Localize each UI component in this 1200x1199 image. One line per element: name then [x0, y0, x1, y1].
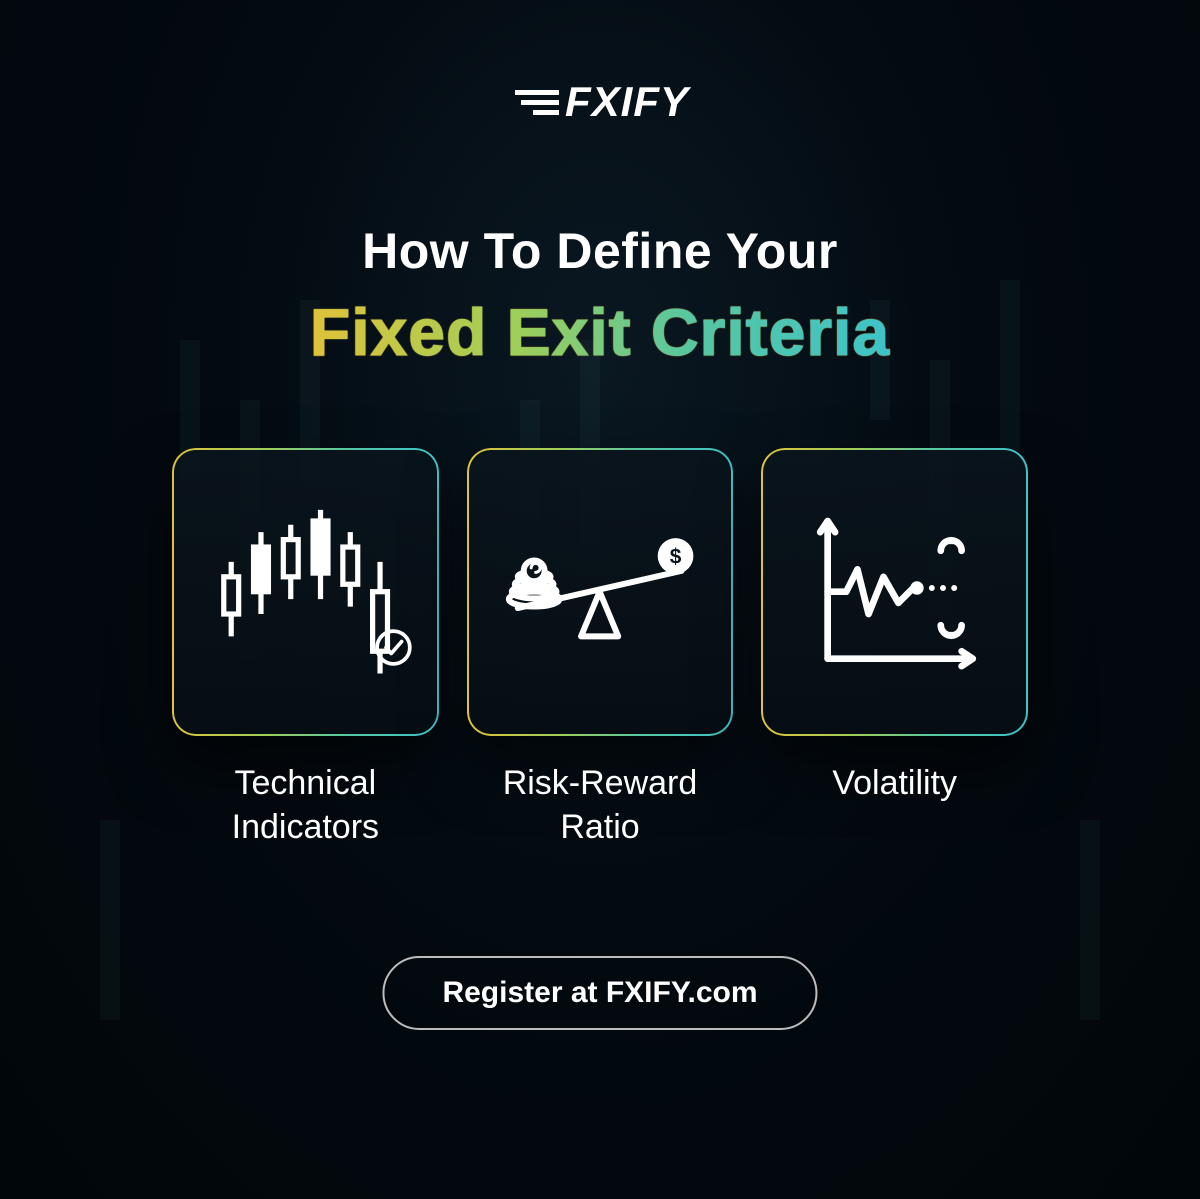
candlestick-icon [194, 471, 417, 712]
page-headline: How To Define Your Fixed Exit Criteria [0, 222, 1200, 370]
svg-text:$: $ [670, 546, 682, 569]
cards-row: $ [172, 448, 1028, 736]
card-technical-indicators [172, 448, 439, 736]
volatility-chart-icon [783, 471, 1006, 712]
card-label-risk: Risk-Reward Ratio [467, 762, 734, 849]
register-button[interactable]: Register at FXIFY.com [382, 956, 817, 1030]
card-label-volatility: Volatility [761, 762, 1028, 849]
card-risk-reward: $ [467, 448, 734, 736]
scale-icon: $ [488, 471, 711, 712]
logo-text: FXIFY [565, 78, 689, 126]
headline-line-2: Fixed Exit Criteria [0, 294, 1200, 370]
card-labels-row: Technical Indicators Risk-Reward Ratio V… [172, 762, 1028, 849]
logo-bars-icon [511, 86, 559, 118]
card-volatility [761, 448, 1028, 736]
headline-line-1: How To Define Your [0, 222, 1200, 280]
brand-logo: FXIFY [511, 78, 689, 126]
card-label-technical: Technical Indicators [172, 762, 439, 849]
